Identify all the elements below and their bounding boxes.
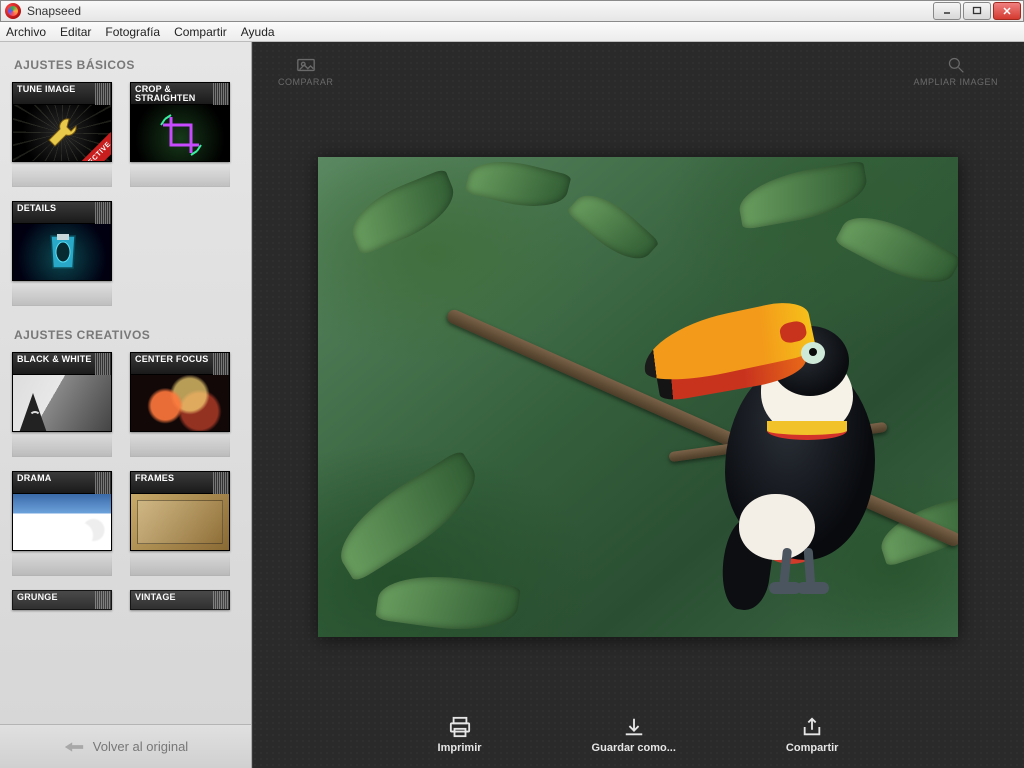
eiffel-icon: [19, 393, 47, 432]
filter-center-focus[interactable]: CENTER FOCUS: [130, 352, 230, 457]
tile-label: CROP & STRAIGHTEN: [135, 84, 196, 103]
tile-label: GRUNGE: [17, 592, 58, 602]
filter-details[interactable]: DETAILS: [12, 201, 112, 306]
magnify-icon: [946, 56, 966, 74]
crop-icon: [157, 111, 205, 159]
window-titlebar: Snapseed: [0, 0, 1024, 22]
canvas-area: COMPARAR AMPLIAR IMAGEN: [252, 42, 1024, 768]
share-label: Compartir: [786, 742, 839, 754]
sharpener-icon: [43, 228, 83, 276]
filter-drama[interactable]: DRAMA: [12, 471, 112, 576]
filter-frames[interactable]: FRAMES: [130, 471, 230, 576]
close-button[interactable]: [993, 2, 1021, 20]
filter-grunge[interactable]: GRUNGE: [12, 590, 112, 610]
save-as-button[interactable]: Guardar como...: [592, 716, 676, 754]
tile-label: DRAMA: [17, 473, 52, 483]
share-button[interactable]: Compartir: [786, 716, 839, 754]
save-as-label: Guardar como...: [592, 742, 676, 754]
tile-label: DETAILS: [17, 203, 56, 213]
share-icon: [800, 716, 824, 738]
download-icon: [622, 716, 646, 738]
menu-photography[interactable]: Fotografía: [105, 25, 160, 39]
menu-help[interactable]: Ayuda: [241, 25, 275, 39]
zoom-label: AMPLIAR IMAGEN: [913, 77, 998, 87]
window-title: Snapseed: [27, 4, 81, 18]
tile-label: VINTAGE: [135, 592, 176, 602]
menu-edit[interactable]: Editar: [60, 25, 91, 39]
wrench-icon: [43, 113, 83, 153]
compare-button[interactable]: COMPARAR: [278, 56, 333, 87]
tile-label: FRAMES: [135, 473, 174, 483]
tile-label: TUNE IMAGE: [17, 84, 76, 94]
menu-bar: Archivo Editar Fotografía Compartir Ayud…: [0, 22, 1024, 42]
print-label: Imprimir: [438, 742, 482, 754]
revert-to-original-button[interactable]: Volver al original: [0, 724, 251, 768]
section-title-creative: AJUSTES CREATIVOS: [14, 328, 239, 342]
section-title-basic: AJUSTES BÁSICOS: [14, 58, 239, 72]
print-button[interactable]: Imprimir: [438, 716, 482, 754]
filter-black-white[interactable]: BLACK & WHITE: [12, 352, 112, 457]
app-icon: [5, 3, 21, 19]
compare-label: COMPARAR: [278, 77, 333, 87]
menu-file[interactable]: Archivo: [6, 25, 46, 39]
maximize-button[interactable]: [963, 2, 991, 20]
photo-subject-toucan: [653, 282, 903, 612]
back-arrow-icon: [63, 740, 85, 754]
menu-share[interactable]: Compartir: [174, 25, 227, 39]
sidebar: AJUSTES BÁSICOS TUNE IMAGE SELECTIVE CRO…: [0, 42, 252, 768]
filter-vintage[interactable]: VINTAGE: [130, 590, 230, 610]
print-icon: [448, 716, 472, 738]
revert-label: Volver al original: [93, 739, 188, 754]
filter-tune-image[interactable]: TUNE IMAGE SELECTIVE: [12, 82, 112, 187]
filter-crop-straighten[interactable]: CROP & STRAIGHTEN: [130, 82, 230, 187]
minimize-button[interactable]: [933, 2, 961, 20]
zoom-button[interactable]: AMPLIAR IMAGEN: [913, 56, 998, 87]
tile-label: BLACK & WHITE: [17, 354, 92, 364]
compare-icon: [296, 56, 316, 74]
image-preview[interactable]: [318, 157, 958, 637]
tile-label: CENTER FOCUS: [135, 354, 208, 364]
